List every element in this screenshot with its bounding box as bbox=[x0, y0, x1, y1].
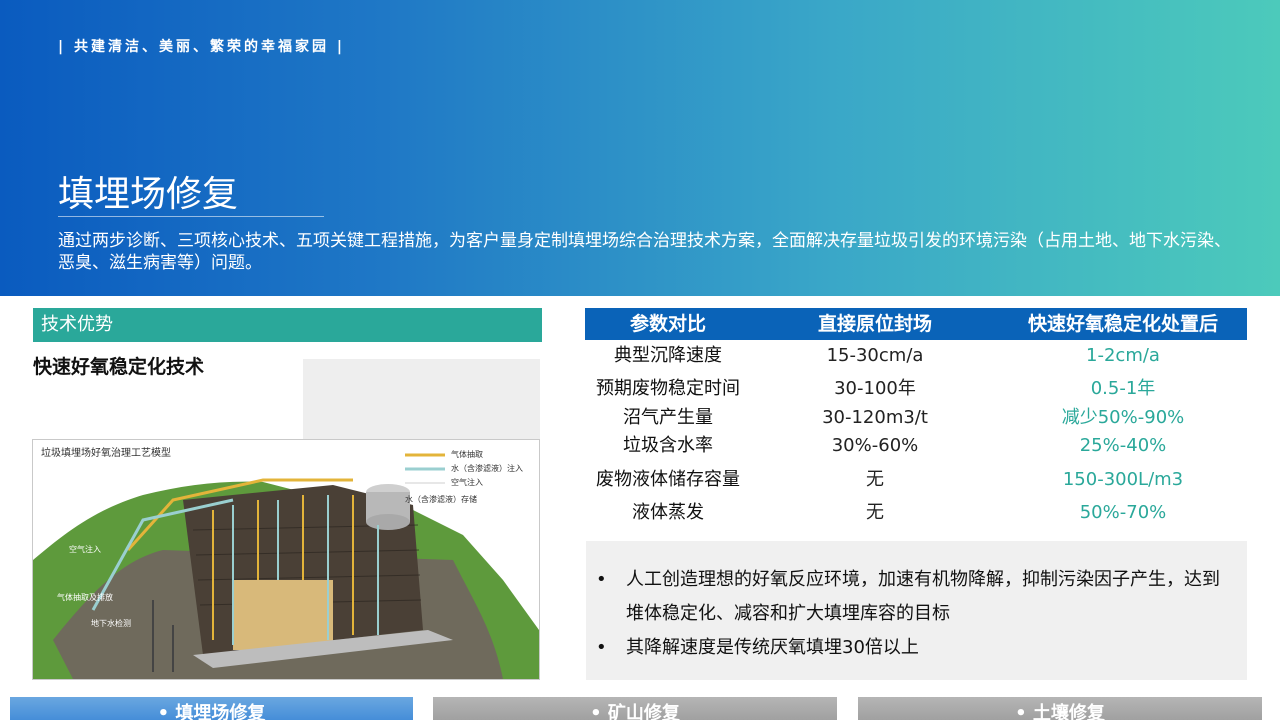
table-cell: 30-120m3/t bbox=[822, 407, 928, 428]
bullet-text: 其降解速度是传统厌氧填埋30倍以上 bbox=[626, 637, 919, 658]
table-cell: 减少50%-90% bbox=[1061, 407, 1185, 428]
slogan: | 共建清洁、美丽、繁荣的幸福家园 | bbox=[58, 39, 345, 55]
table-cell: 1-2cm/a bbox=[1086, 345, 1160, 366]
table-cell: 30-100年 bbox=[834, 378, 916, 399]
table-cell: 典型沉降速度 bbox=[614, 345, 722, 366]
diagram-legend-1: 气体抽取 bbox=[451, 450, 483, 459]
diagram-label-air: 空气注入 bbox=[69, 545, 101, 554]
advantage-bar: 技术优势 bbox=[33, 308, 542, 342]
diagram-title: 垃圾填埋场好氧治理工艺模型 bbox=[41, 448, 171, 459]
table-cell: 预期废物稳定时间 bbox=[596, 378, 740, 399]
table-header-direct: 直接原位封场 bbox=[817, 313, 932, 335]
bullet-text: 人工创造理想的好氧反应环境，加速有机物降解，抑制污染因子产生，达到堆体稳定化、减… bbox=[626, 569, 1220, 624]
bullet-dot: • bbox=[596, 569, 607, 590]
tab-soil-repair[interactable]: • 土壤修复 bbox=[858, 697, 1262, 720]
table-cell: 30%-60% bbox=[831, 435, 919, 456]
table-cell: 25%-40% bbox=[1079, 435, 1167, 456]
diagram-legend-2: 水（含渗滤液）注入 bbox=[451, 464, 523, 473]
table-header: 参数对比 直接原位封场 快速好氧稳定化处置后 bbox=[585, 308, 1247, 340]
table-cell: 15-30cm/a bbox=[826, 345, 924, 366]
intro-text: 通过两步诊断、三项核心技术、五项关键工程措施，为客户量身定制填埋场综合治理技术方… bbox=[58, 231, 1231, 273]
header-banner: | 共建清洁、美丽、繁荣的幸福家园 | 填埋场修复 通过两步诊断、三项核心技术、… bbox=[0, 0, 1280, 296]
page-title: 填埋场修复 bbox=[58, 174, 239, 215]
diagram-legend-4: 水（含渗滤液）存储 bbox=[405, 495, 477, 504]
table-cell: 液体蒸发 bbox=[632, 502, 704, 523]
bullet-dot: • bbox=[596, 637, 607, 658]
table-cell: 50%-70% bbox=[1079, 502, 1167, 523]
table-cell: 无 bbox=[866, 469, 884, 490]
diagram-legend-3: 空气注入 bbox=[451, 478, 483, 487]
bullet-box: • 人工创造理想的好氧反应环境，加速有机物降解，抑制污染因子产生，达到堆体稳定化、… bbox=[586, 541, 1247, 680]
table-header-param: 参数对比 bbox=[629, 313, 706, 335]
landfill-diagram: 垃圾填埋场好氧治理工艺模型 气体抽取 水（含渗滤液）注入 空气注入 水（含渗滤液… bbox=[32, 439, 540, 680]
tab-landfill-repair[interactable]: • 填埋场修复 bbox=[10, 697, 413, 720]
diagram-label-groundwater: 地下水检测 bbox=[91, 619, 131, 628]
table-cell: 废物液体储存容量 bbox=[596, 469, 740, 490]
table-cell: 150-300L/m3 bbox=[1062, 469, 1184, 490]
placeholder-box bbox=[303, 359, 540, 439]
diagram-label-gas: 气体抽取及排放 bbox=[57, 593, 113, 602]
bullet-list: • 人工创造理想的好氧反应环境，加速有机物降解，抑制污染因子产生，达到堆体稳定化、… bbox=[596, 563, 1236, 665]
table-cell: 垃圾含水率 bbox=[623, 435, 713, 456]
title-underline bbox=[58, 216, 324, 217]
tech-heading: 快速好氧稳定化技术 bbox=[33, 356, 205, 378]
table-cell: 沼气产生量 bbox=[623, 407, 713, 428]
table-header-aerobic: 快速好氧稳定化处置后 bbox=[1027, 313, 1218, 335]
list-item: • 其降解速度是传统厌氧填埋30倍以上 bbox=[596, 631, 1236, 665]
list-item: • 人工创造理想的好氧反应环境，加速有机物降解，抑制污染因子产生，达到堆体稳定化、… bbox=[596, 563, 1236, 631]
tab-mine-repair[interactable]: • 矿山修复 bbox=[433, 697, 837, 720]
table-cell: 0.5-1年 bbox=[1090, 378, 1156, 399]
table-cell: 无 bbox=[866, 502, 884, 523]
